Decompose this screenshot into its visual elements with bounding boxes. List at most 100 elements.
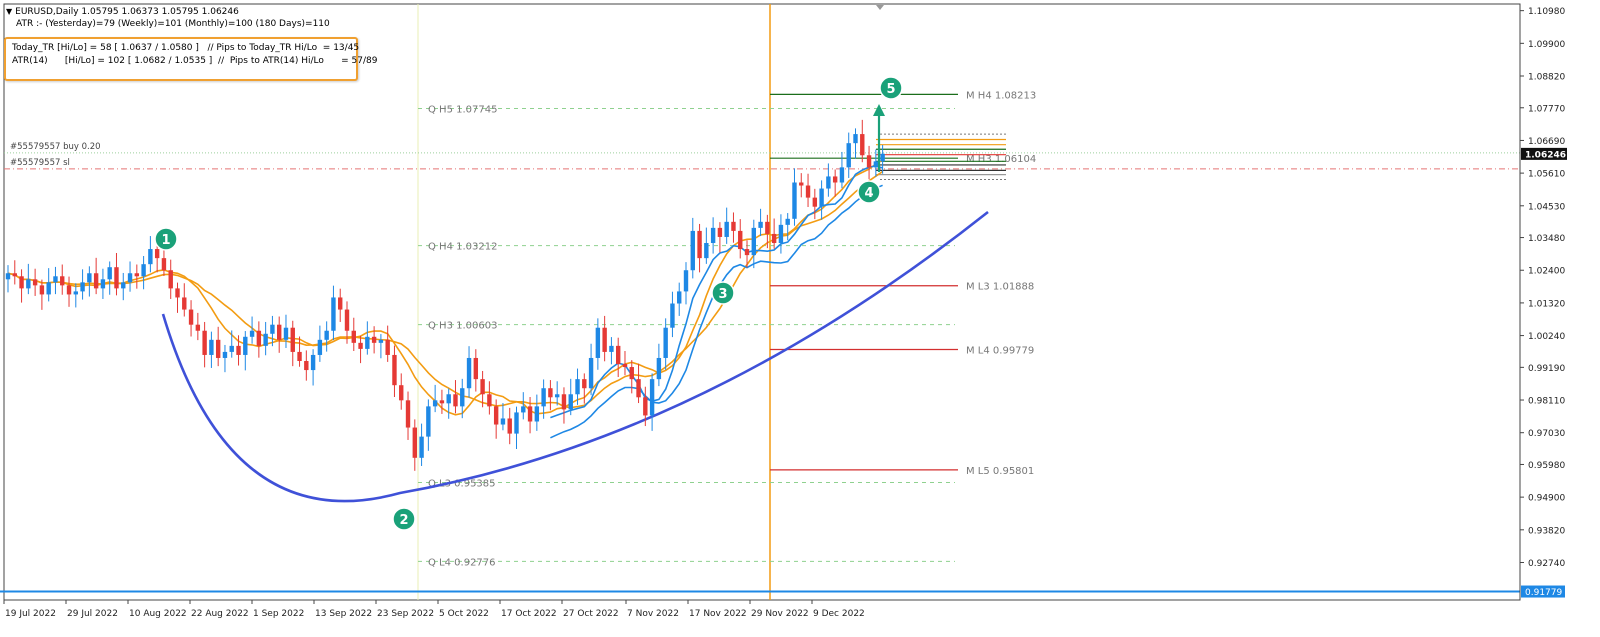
candle-body (53, 276, 58, 283)
candle-body (215, 339, 221, 358)
candle-body (568, 394, 573, 410)
candle-body (432, 400, 438, 407)
candle-body (12, 273, 17, 277)
pivot-label: Q H3 1.00603 (428, 321, 497, 332)
pivot-label: Q H5 1.07745 (428, 105, 497, 116)
candle-body (263, 333, 268, 346)
candle-body (636, 379, 641, 398)
candle-body (243, 336, 248, 355)
candle-body (717, 227, 723, 237)
time-tick-label: 19 Jul 2022 (5, 609, 56, 619)
candle-body (446, 394, 451, 404)
candle-body (602, 327, 607, 352)
candle-body (710, 227, 716, 244)
candle-body (304, 360, 309, 371)
marker-1: 1 (154, 227, 178, 251)
atr-line: ATR :- (Yesterday)=79 (Weekly)=101 (Mont… (16, 19, 330, 29)
candle-body (134, 273, 140, 277)
candle-body (182, 297, 187, 310)
candle-body (46, 282, 51, 295)
candle-body (283, 327, 289, 340)
candle-body (80, 282, 85, 292)
info-line-1: Today_TR [Hi/Lo] = 58 [ 1.0637 / 1.0580 … (12, 43, 360, 53)
candle-body (487, 394, 492, 407)
candle-body (609, 345, 614, 352)
candle-body (758, 221, 763, 228)
candle-body (697, 230, 702, 259)
time-tick-label: 13 Sep 2022 (315, 609, 372, 619)
price-tick-label: 0.93820 (1528, 526, 1565, 536)
marker-label: 1 (161, 233, 170, 248)
candle-body (873, 161, 879, 168)
pivot-label: M H3 1.06104 (966, 154, 1036, 165)
candle-body (643, 397, 648, 416)
price-tick-label: 1.10980 (1528, 7, 1565, 17)
candle-body (582, 379, 587, 389)
candle-body (236, 345, 241, 355)
candle-body (331, 297, 336, 331)
candle-body (405, 400, 411, 428)
pivot-label: Q L4 0.92776 (428, 557, 496, 568)
candle-body (622, 364, 628, 368)
price-tick-label: 1.08820 (1528, 73, 1565, 83)
candle-body (521, 406, 526, 413)
candle-body (392, 354, 397, 386)
candle-body (765, 221, 770, 234)
candle-body (107, 267, 112, 280)
candle-body (771, 233, 777, 244)
candle-body (819, 188, 824, 207)
candle-body (338, 297, 343, 310)
candle-body (588, 357, 594, 389)
candle-body (799, 182, 804, 186)
chart-header: ▼ EURUSD,Daily 1.05795 1.06373 1.05795 1.… (6, 6, 330, 30)
pivot-label: M L3 1.01888 (966, 282, 1034, 293)
candle-body (846, 143, 851, 168)
candle-body (256, 330, 262, 346)
marker-label: 5 (886, 82, 895, 97)
candle-body (249, 330, 255, 337)
candle-body (839, 167, 845, 183)
price-tick-label: 1.05610 (1528, 170, 1565, 180)
candle-body (744, 249, 750, 256)
candle-body (704, 243, 709, 259)
candle-body (860, 134, 865, 156)
candle-body (378, 339, 384, 343)
candle-body (399, 385, 404, 401)
time-tick-label: 29 Jul 2022 (67, 609, 118, 619)
candle-body (412, 427, 417, 458)
marker-label: 4 (864, 186, 873, 201)
candle-body (270, 324, 275, 334)
buy-order-label: #55579557 buy 0.20 (10, 142, 101, 152)
candle-body (656, 357, 662, 380)
candle-body (738, 230, 743, 250)
candle-body (548, 388, 553, 398)
info-line-2: ATR(14) [Hi/Lo] = 102 [ 1.0682 / 1.0535 … (12, 56, 378, 66)
info-box: Today_TR [Hi/Lo] = 58 [ 1.0637 / 1.0580 … (4, 37, 378, 81)
price-tick-label: 0.97030 (1528, 429, 1565, 439)
pivot-label: Q H4 1.03212 (428, 242, 497, 253)
candle-body (812, 197, 818, 207)
candle-body (724, 221, 729, 237)
candle-body (66, 285, 72, 295)
time-tick-label: 1 Sep 2022 (253, 609, 304, 619)
pivot-label: M L5 0.95801 (966, 466, 1034, 477)
candle-body (351, 330, 356, 343)
candle-body (683, 270, 689, 292)
candle-body (93, 273, 99, 289)
candle-body (168, 270, 173, 289)
collapse-arrow-icon[interactable]: ▼ (6, 7, 12, 16)
price-tick-label: 0.98110 (1528, 397, 1565, 407)
candle-body (677, 291, 682, 304)
candle-body (500, 418, 506, 425)
price-chart[interactable]: Q H5 1.07745Q H4 1.03212Q H3 1.00603Q L3… (0, 0, 1600, 637)
candle-body (222, 351, 228, 358)
marker-5: 5 (879, 76, 903, 100)
candle-body (507, 418, 512, 434)
time-tick-label: 22 Aug 2022 (191, 609, 249, 619)
candle-body (188, 309, 194, 325)
candle-body (161, 258, 167, 271)
candle-body (60, 276, 65, 286)
candle-body (195, 324, 201, 331)
candle-body (826, 176, 831, 189)
candle-body (419, 436, 424, 458)
